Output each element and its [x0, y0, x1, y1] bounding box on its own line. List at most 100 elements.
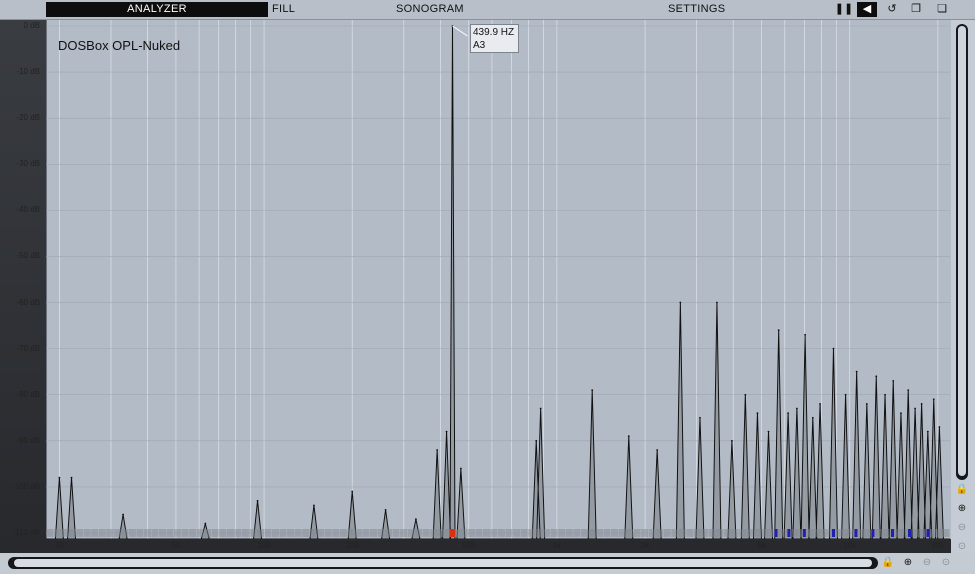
- zoom-in-icon[interactable]: ⊕: [955, 502, 969, 516]
- spectrum-band: [626, 529, 634, 537]
- spectrum-band: [68, 529, 76, 537]
- menu-settings[interactable]: SETTINGS: [668, 2, 725, 17]
- spectrum-band: [761, 529, 769, 537]
- menu-fill[interactable]: FILL: [272, 2, 295, 17]
- spectrum-band: [113, 529, 121, 537]
- spectrum-band: [618, 529, 626, 537]
- spectrum-peak: [884, 393, 886, 396]
- horizontal-scrollbar-thumb[interactable]: [14, 559, 872, 567]
- spectrum-band: [693, 529, 701, 537]
- lock-icon-bottom[interactable]: 🔒: [881, 556, 895, 570]
- spectrum-peak: [415, 518, 417, 521]
- spectrum-band: [746, 529, 754, 537]
- band-blue: [891, 529, 895, 537]
- spectrum-band: [520, 529, 528, 537]
- spectrum-band: [595, 529, 603, 537]
- band-blue: [871, 529, 875, 537]
- band-blue: [774, 529, 778, 537]
- spectrum-band: [143, 529, 151, 537]
- band-blue: [926, 529, 930, 537]
- spectrum-band: [400, 529, 408, 537]
- y-tick-label: -70 dB: [16, 343, 40, 353]
- vertical-scrollbar-thumb[interactable]: [958, 26, 966, 476]
- spectrum-band: [716, 529, 724, 537]
- spectrum-area: [46, 25, 950, 539]
- spectrum-band: [136, 529, 144, 537]
- plot-label: DOSBox OPL-Nuked: [58, 38, 181, 53]
- spectrum-band: [272, 529, 280, 537]
- spectrum-peak: [811, 416, 814, 419]
- spectrum-band: [369, 529, 377, 537]
- x-tick-label: 1k: [552, 541, 562, 550]
- zoom-out-icon-bottom[interactable]: ⊖: [920, 556, 934, 570]
- spectrum-band: [919, 529, 927, 537]
- spectrum-peak: [900, 412, 902, 415]
- spectrum-band: [678, 529, 686, 537]
- menu-bar: ANALYZER FILL SONOGRAM SETTINGS ❚❚ ◀ ↺ ❐…: [0, 0, 975, 20]
- spectrum-peak: [855, 370, 858, 373]
- spectrum-peak: [204, 522, 207, 525]
- zoom-reset-icon-bottom[interactable]: ⊙: [939, 556, 953, 570]
- spectrum-peak: [122, 513, 124, 516]
- reset-icon[interactable]: ↺: [882, 2, 902, 17]
- lock-icon[interactable]: 🔒: [955, 483, 969, 497]
- spectrum-peak: [787, 412, 790, 415]
- y-tick-label: -80 dB: [16, 389, 40, 399]
- spectrum-peak: [865, 403, 868, 405]
- spectrum-band: [648, 529, 656, 537]
- spectrum-band: [317, 529, 325, 537]
- freeze-icon[interactable]: ◀: [857, 2, 877, 17]
- spectrum-band: [739, 529, 747, 537]
- copy-icon[interactable]: ❐: [906, 2, 926, 17]
- spectrum-peak: [914, 407, 916, 410]
- spectrum-peak: [679, 301, 682, 304]
- zoom-out-icon[interactable]: ⊖: [955, 521, 969, 535]
- spectrum-band: [53, 529, 61, 537]
- spectrum-band: [279, 529, 287, 537]
- y-tick-label: -20 dB: [16, 113, 40, 123]
- spectrum-band: [505, 529, 513, 537]
- y-axis-labels: 0 dB -10 dB -20 dB -30 dB -40 dB -50 dB -60 dB…: [0, 20, 44, 560]
- spectrum-band: [708, 529, 716, 537]
- spectrum-band: [407, 529, 415, 537]
- spectrum-peak: [920, 403, 923, 405]
- spectrum-band: [392, 529, 400, 537]
- spectrum-peak: [70, 476, 73, 479]
- spectrum-band: [249, 529, 257, 537]
- spectrum-band: [211, 529, 219, 537]
- spectrum-band: [543, 529, 551, 537]
- menu-sonogram[interactable]: SONOGRAM: [396, 2, 464, 17]
- spectrum-band: [490, 529, 498, 537]
- paste-icon[interactable]: ❏: [932, 2, 952, 17]
- spectrum-band: [61, 529, 69, 537]
- spectrum-peak: [804, 333, 806, 336]
- zoom-reset-icon[interactable]: ⊙: [955, 540, 969, 554]
- x-tick-label: 5k: [757, 541, 766, 550]
- spectrum-band: [528, 529, 536, 537]
- spectrum-band: [181, 529, 189, 537]
- band-blue: [831, 529, 835, 537]
- spectrum-band: [844, 529, 852, 537]
- spectrum-band: [776, 529, 784, 537]
- spectrum-band: [354, 529, 362, 537]
- pause-icon[interactable]: ❚❚: [834, 2, 854, 17]
- spectrum-band: [498, 529, 506, 537]
- x-tick-label: 200: [345, 541, 359, 550]
- spectrum-peak: [907, 389, 910, 392]
- spectrum-peak: [744, 393, 747, 396]
- zoom-in-icon-bottom[interactable]: ⊕: [901, 556, 915, 570]
- peak-tooltip: 439.9 HZ A3: [470, 24, 519, 53]
- x-tick-label: 100: [257, 541, 271, 550]
- spectrum-band: [460, 529, 468, 537]
- spectrum-peak: [926, 430, 929, 433]
- y-tick-label: -40 dB: [16, 205, 40, 215]
- spectrum-peak: [351, 490, 354, 493]
- spectrum-band: [942, 529, 950, 537]
- spectrum-band: [482, 529, 490, 537]
- x-tick-label: 50: [171, 541, 181, 550]
- spectrum-band: [656, 529, 664, 537]
- menu-analyzer[interactable]: ANALYZER: [46, 2, 268, 17]
- spectrum-peak: [384, 509, 387, 511]
- band-blue: [787, 529, 791, 537]
- x-tick-label: 500: [462, 541, 476, 550]
